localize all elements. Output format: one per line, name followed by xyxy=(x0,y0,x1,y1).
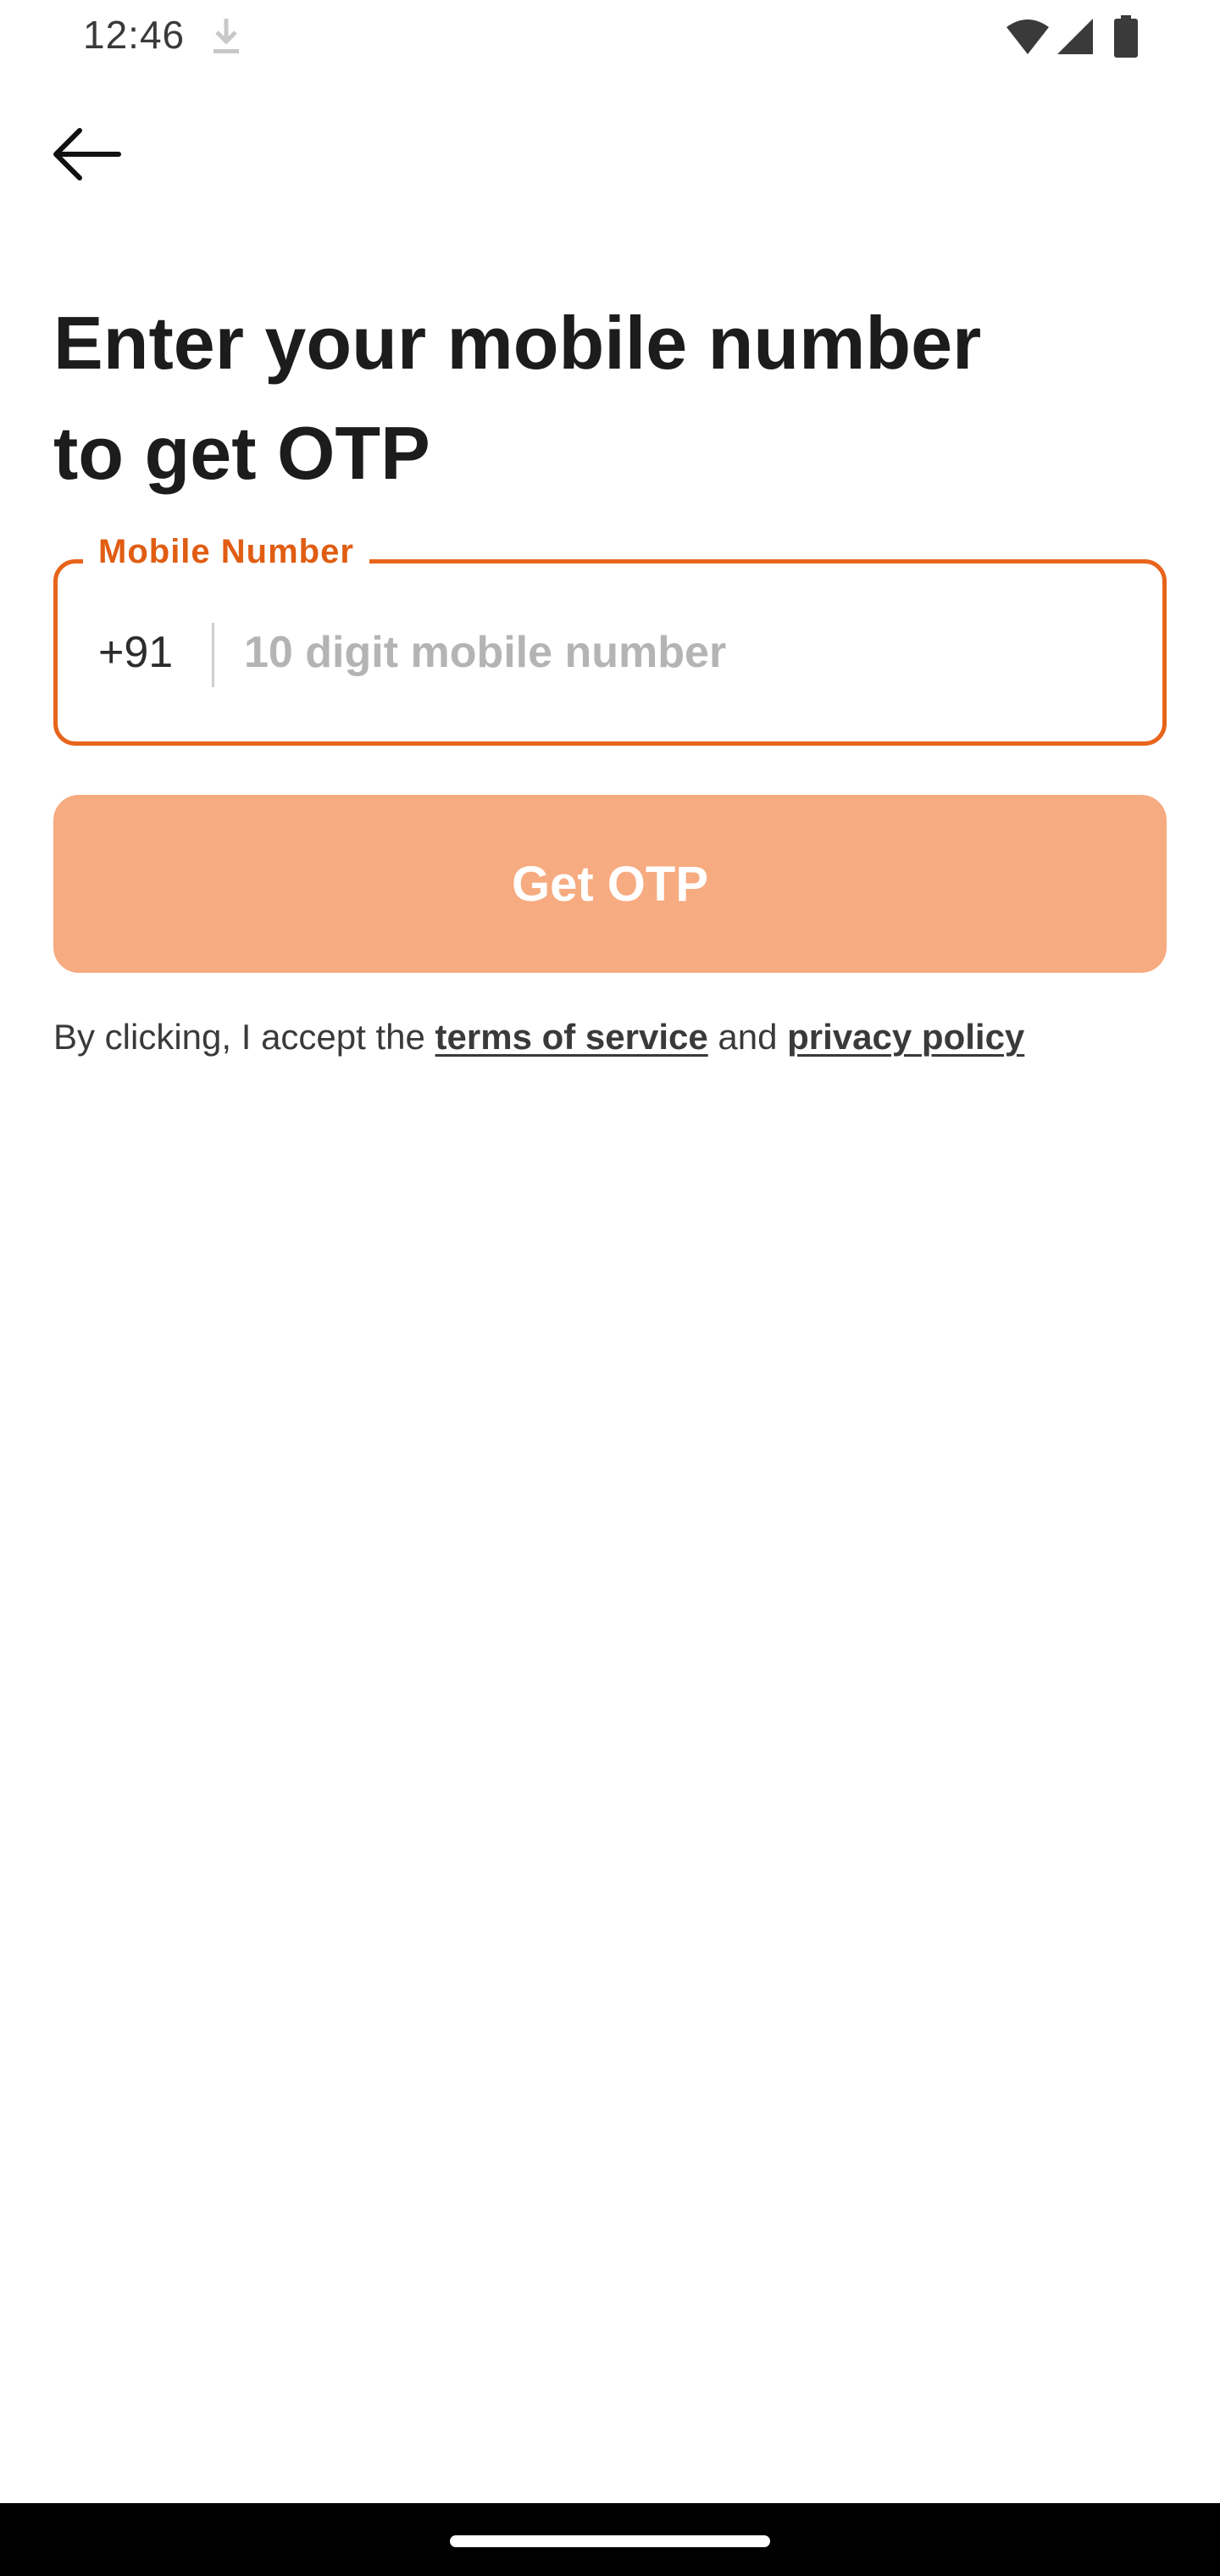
mobile-number-input[interactable] xyxy=(244,597,1125,708)
terms-prefix: By clicking, I accept the xyxy=(53,1017,435,1057)
privacy-policy-link[interactable]: privacy policy xyxy=(787,1017,1024,1057)
terms-middle: and xyxy=(707,1017,788,1057)
back-arrow-icon xyxy=(53,128,121,180)
get-otp-button[interactable]: Get OTP xyxy=(53,795,1167,973)
status-time: 12:46 xyxy=(83,13,186,57)
status-bar: 12:46 xyxy=(0,0,1220,75)
wifi-icon xyxy=(1006,19,1049,54)
signal-icon xyxy=(1057,19,1093,54)
home-indicator[interactable] xyxy=(450,2535,770,2547)
mobile-number-field[interactable]: Mobile Number +91 xyxy=(53,533,1167,746)
country-code: +91 xyxy=(98,628,174,677)
terms-of-service-link[interactable]: terms of service xyxy=(435,1017,708,1057)
page-title: Enter your mobile number to get OTP xyxy=(53,301,982,495)
navigation-bar xyxy=(0,2503,1220,2576)
field-divider xyxy=(212,623,214,687)
back-button[interactable] xyxy=(37,112,136,197)
terms-text: By clicking, I accept the terms of servi… xyxy=(53,1017,1024,1058)
battery-icon xyxy=(1114,15,1138,58)
download-icon xyxy=(214,19,239,53)
